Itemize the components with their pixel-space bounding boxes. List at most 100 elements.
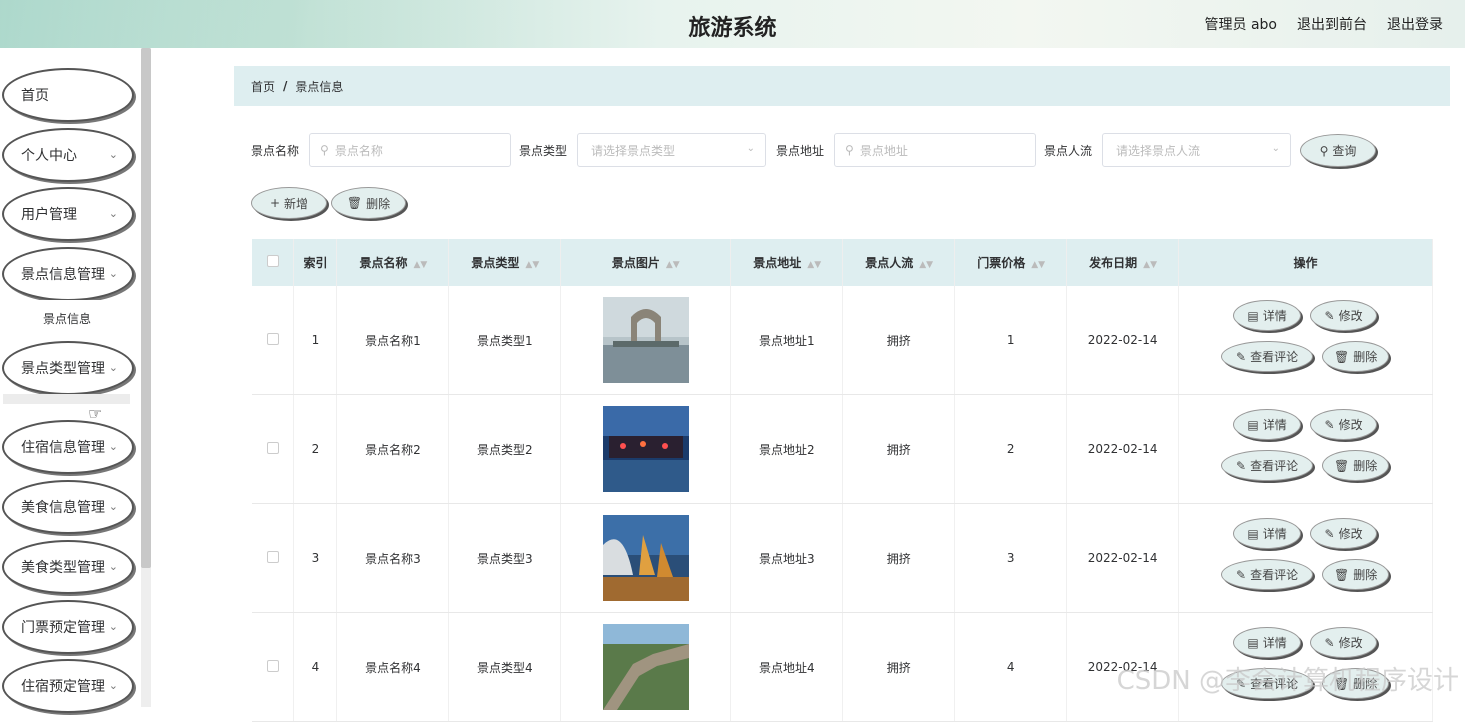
select-all-header[interactable] (252, 239, 294, 286)
delete-button-label: 删除 (1353, 348, 1377, 365)
col-index: 索引 (294, 239, 337, 286)
detail-button[interactable]: ▤详情 (1233, 518, 1301, 549)
type-select[interactable]: 请选择景点类型⌄ (577, 133, 766, 167)
cell-ops: ▤详情 ✎修改 ✎查看评论 🗑删除 (1179, 395, 1433, 504)
search-icon: ⚲ (1320, 144, 1329, 158)
scenic-image-sails[interactable] (603, 515, 689, 601)
view-reviews-button[interactable]: ✎查看评论 (1221, 559, 1313, 590)
row-select[interactable] (252, 395, 294, 504)
cell-flow: 拥挤 (843, 613, 955, 722)
sort-icon[interactable]: ▲▼ (525, 260, 539, 270)
edit-button[interactable]: ✎修改 (1310, 409, 1377, 440)
sidebar-item-users[interactable]: 用户管理⌄ (2, 187, 134, 241)
chevron-down-icon: ⌄ (1272, 143, 1280, 154)
row-select[interactable] (252, 286, 294, 395)
cell-date: 2022-02-14 (1067, 504, 1179, 613)
sidebar-item-personal[interactable]: 个人中心⌄ (2, 128, 134, 182)
sidebar-item-food-info[interactable]: 美食信息管理⌄ (2, 480, 134, 534)
col-type[interactable]: 景点类型▲▼ (449, 239, 561, 286)
edit-button[interactable]: ✎修改 (1310, 627, 1377, 658)
col-name[interactable]: 景点名称▲▼ (337, 239, 449, 286)
cell-address: 景点地址3 (731, 504, 843, 613)
filter-type: 景点类型 请选择景点类型⌄ (519, 133, 766, 167)
logout-link[interactable]: 退出登录 (1387, 14, 1443, 34)
scenic-image-arch[interactable] (603, 297, 689, 383)
cell-price: 2 (955, 395, 1067, 504)
cell-flow: 拥挤 (843, 504, 955, 613)
select-all-checkbox[interactable] (267, 255, 279, 267)
row-checkbox[interactable] (267, 442, 279, 454)
pencil-icon: ✎ (1325, 418, 1335, 432)
batch-delete-button[interactable]: 🗑 删除 (331, 187, 406, 219)
detail-button-label: 详情 (1263, 307, 1287, 324)
row-checkbox[interactable] (267, 660, 279, 672)
top-header: 旅游系统 管理员 abo 退出到前台 退出登录 (0, 0, 1465, 48)
delete-button[interactable]: 🗑删除 (1322, 341, 1389, 372)
query-button[interactable]: ⚲查询 (1300, 134, 1376, 167)
sort-icon[interactable]: ▲▼ (1143, 260, 1157, 270)
cell-image (561, 504, 731, 613)
row-select[interactable] (252, 613, 294, 722)
sort-icon[interactable]: ▲▼ (666, 260, 680, 270)
col-price[interactable]: 门票价格▲▼ (955, 239, 1067, 286)
col-date[interactable]: 发布日期▲▼ (1067, 239, 1179, 286)
query-button-label: 查询 (1332, 142, 1356, 159)
sidebar-item-food-type[interactable]: 美食类型管理⌄ (2, 540, 134, 594)
detail-button[interactable]: ▤详情 (1233, 409, 1301, 440)
row-checkbox[interactable] (267, 551, 279, 563)
detail-button[interactable]: ▤详情 (1233, 300, 1301, 331)
col-image-label: 景点图片 (612, 256, 660, 270)
table-row: 2 景点名称2 景点类型2 景点地址2 拥挤 2 2022-02-14 ▤详情 … (252, 395, 1433, 504)
breadcrumb-current: 景点信息 (295, 78, 343, 95)
address-search-input[interactable]: ⚲景点地址 (834, 133, 1036, 167)
scenic-image-great-wall[interactable] (603, 624, 689, 710)
cell-ops: ▤详情 ✎ 修改 ✎查看评论 🗑删除 (1179, 504, 1433, 613)
row-select[interactable] (252, 504, 294, 613)
sidebar-item-scenic-info[interactable]: 景点信息管理⌄ (2, 247, 134, 301)
row-checkbox[interactable] (267, 333, 279, 345)
sidebar-item-lodging-booking[interactable]: 住宿预定管理⌄ (2, 659, 134, 713)
col-image[interactable]: 景点图片 ▲▼ (561, 239, 731, 286)
sidebar-item-lodging[interactable]: 住宿信息管理⌄ (2, 420, 134, 474)
cell-image (561, 286, 731, 395)
view-reviews-button[interactable]: ✎查看评论 (1221, 341, 1313, 372)
scenic-image-water-town[interactable] (603, 406, 689, 492)
name-search-input[interactable]: ⚲景点名称 (309, 133, 511, 167)
search-icon: ⚲ (845, 143, 854, 157)
sidebar-scrollbar[interactable] (141, 48, 151, 568)
chevron-down-icon: ⌄ (109, 679, 118, 692)
sidebar-item-label: 用户管理 (21, 204, 77, 224)
sort-icon[interactable]: ▲▼ (807, 260, 821, 270)
pencil-icon: ✎ (1325, 636, 1335, 650)
back-to-front-link[interactable]: 退出到前台 (1297, 14, 1367, 34)
view-reviews-button[interactable]: ✎查看评论 (1221, 450, 1313, 481)
col-address[interactable]: 景点地址▲▼ (731, 239, 843, 286)
sidebar-item-scenic-type[interactable]: 景点类型管理⌄ (2, 341, 134, 395)
edit-button[interactable]: ✎修改 (1310, 300, 1377, 331)
breadcrumb-home[interactable]: 首页 (251, 78, 275, 95)
delete-button-label: 删除 (366, 195, 390, 212)
sidebar-subitem-scenic-info[interactable]: 景点信息 (3, 300, 130, 325)
sort-icon[interactable]: ▲▼ (1031, 260, 1045, 270)
admin-user-link[interactable]: 管理员 abo (1205, 14, 1277, 34)
sidebar-item-ticket-booking[interactable]: 门票预定管理⌄ (2, 600, 134, 654)
delete-button[interactable]: 🗑删除 (1322, 450, 1389, 481)
sidebar-item-label: 美食类型管理 (21, 557, 105, 577)
delete-button[interactable]: 🗑删除 (1322, 559, 1389, 590)
col-flow-label: 景点人流 (865, 256, 913, 270)
sort-icon[interactable]: ▲▼ (919, 260, 933, 270)
cell-name: 景点名称1 (337, 286, 449, 395)
detail-button[interactable]: ▤详情 (1233, 627, 1301, 658)
edit-button[interactable]: ✎ 修改 (1310, 518, 1377, 549)
col-flow[interactable]: 景点人流 ▲▼ (843, 239, 955, 286)
filter-type-label: 景点类型 (519, 142, 567, 159)
add-button[interactable]: +新增 (251, 187, 327, 219)
table-row: 3 景点名称3 景点类型3 景点地址3 拥挤 3 2022-02-14 ▤详情 … (252, 504, 1433, 613)
pencil-icon: ✎ (1325, 527, 1335, 541)
sort-icon[interactable]: ▲▼ (413, 260, 427, 270)
trash-icon: 🗑 (347, 196, 362, 210)
flow-select[interactable]: 请选择景点人流⌄ (1102, 133, 1291, 167)
sidebar-item-home[interactable]: 首页 (2, 68, 134, 122)
cell-name: 景点名称2 (337, 395, 449, 504)
edit-button-label: 修改 (1339, 525, 1363, 542)
